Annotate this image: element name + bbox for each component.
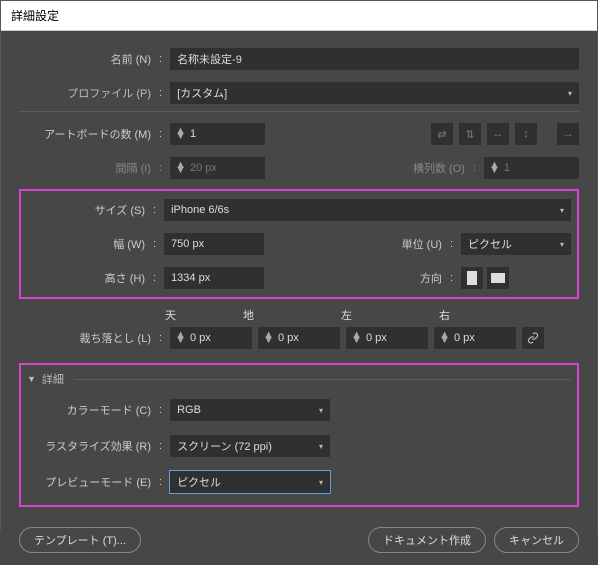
artboards-label: アートボードの数 (M) — [19, 126, 151, 142]
bleed-top-header: 天 — [165, 307, 237, 323]
details-group: ▼ 詳細 カラーモード (C) : RGB▾ ラスタライズ効果 (R) : スク… — [19, 363, 579, 507]
width-label: 幅 (W) — [27, 236, 145, 252]
colormode-select[interactable]: RGB▾ — [170, 399, 330, 421]
stepper-icon: ▲▼ — [175, 163, 186, 173]
link-bleed-button[interactable] — [522, 327, 544, 349]
bleed-right-header: 右 — [439, 307, 511, 323]
bleed-top-spinner[interactable]: ▲▼0 px — [170, 327, 252, 349]
bleed-bottom-header: 地 — [243, 307, 335, 323]
units-select[interactable]: ピクセル▾ — [461, 233, 571, 255]
raster-select[interactable]: スクリーン (72 ppi)▾ — [170, 435, 330, 457]
columns-spinner: ▲▼ 1 — [484, 157, 579, 179]
arrange-col-icon[interactable]: ↕ — [515, 123, 537, 145]
colormode-label: カラーモード (C) — [27, 402, 151, 418]
arrange-row-icon[interactable]: ↔ — [487, 123, 509, 145]
chevron-down-icon: ▾ — [319, 406, 323, 415]
landscape-icon — [491, 273, 505, 283]
spacing-spinner: ▲▼ 20 px — [170, 157, 265, 179]
chevron-down-icon: ▾ — [560, 206, 564, 215]
arrange-grid-row-icon[interactable]: ⇄ — [431, 123, 453, 145]
bleed-label: 裁ち落とし (L) — [19, 330, 151, 346]
name-input[interactable] — [170, 48, 579, 70]
chevron-down-icon: ▾ — [568, 89, 572, 98]
spacing-label: 間隔 (I) — [19, 160, 151, 176]
chevron-down-icon: ▾ — [560, 240, 564, 249]
size-label: サイズ (S) — [27, 202, 145, 218]
height-input[interactable] — [164, 267, 264, 289]
bleed-bottom-spinner[interactable]: ▲▼0 px — [258, 327, 340, 349]
height-label: 高さ (H) — [27, 270, 145, 286]
width-input[interactable] — [164, 233, 264, 255]
orientation-landscape-button[interactable] — [487, 267, 509, 289]
window-title: 詳細設定 — [1, 1, 597, 31]
columns-label: 横列数 (O) — [413, 160, 465, 176]
chevron-down-icon: ▾ — [319, 442, 323, 451]
disclosure-triangle-icon: ▼ — [27, 374, 36, 384]
profile-label: プロファイル (P) — [67, 85, 151, 101]
chevron-down-icon: ▾ — [319, 478, 323, 487]
bleed-right-spinner[interactable]: ▲▼0 px — [434, 327, 516, 349]
arrange-rtl-icon[interactable]: → — [557, 123, 579, 145]
raster-label: ラスタライズ効果 (R) — [27, 438, 151, 454]
details-header[interactable]: ▼ 詳細 — [27, 371, 571, 387]
profile-select[interactable]: [カスタム]▾ — [170, 82, 579, 104]
size-group: サイズ (S) : iPhone 6/6s▾ 幅 (W) : 単位 (U) : … — [19, 189, 579, 299]
stepper-icon: ▲▼ — [489, 163, 500, 173]
orientation-label: 方向 — [420, 270, 442, 286]
stepper-icon: ▲▼ — [175, 129, 186, 139]
size-select[interactable]: iPhone 6/6s▾ — [164, 199, 571, 221]
arrange-grid-col-icon[interactable]: ⇅ — [459, 123, 481, 145]
name-label: 名前 (N) — [19, 51, 151, 67]
orientation-portrait-button[interactable] — [461, 267, 483, 289]
bleed-left-spinner[interactable]: ▲▼0 px — [346, 327, 428, 349]
bleed-left-header: 左 — [341, 307, 433, 323]
preview-label: プレビューモード (E) — [27, 474, 151, 490]
preview-select[interactable]: ピクセル▾ — [170, 471, 330, 493]
artboards-spinner[interactable]: ▲▼ 1 — [170, 123, 265, 145]
units-label: 単位 (U) — [402, 236, 442, 252]
link-icon — [527, 332, 539, 344]
portrait-icon — [467, 271, 477, 285]
